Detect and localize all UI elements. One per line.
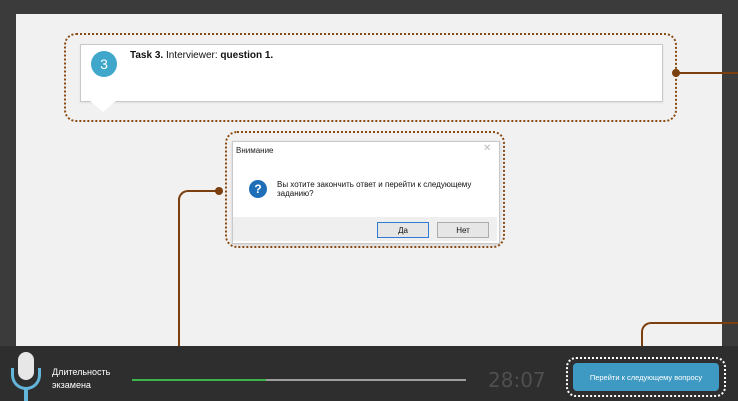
dialog-highlight-outline (225, 131, 505, 248)
microphone-stand-stem (24, 389, 28, 401)
exam-timer: 28:07 (488, 368, 546, 392)
connector-line-next-curve (641, 322, 657, 338)
connector-line-dialog-h (190, 190, 218, 192)
exam-progress-fill (132, 379, 266, 381)
exam-duration-label: Длительность экзамена (52, 367, 111, 390)
connector-line-dialog-curve (178, 190, 194, 202)
task-highlight-outline (64, 33, 677, 122)
exam-progress-bar (132, 379, 466, 381)
connector-line-next-h (654, 322, 738, 324)
connector-line-task (676, 72, 738, 74)
next-button-highlight-outline (566, 357, 726, 397)
